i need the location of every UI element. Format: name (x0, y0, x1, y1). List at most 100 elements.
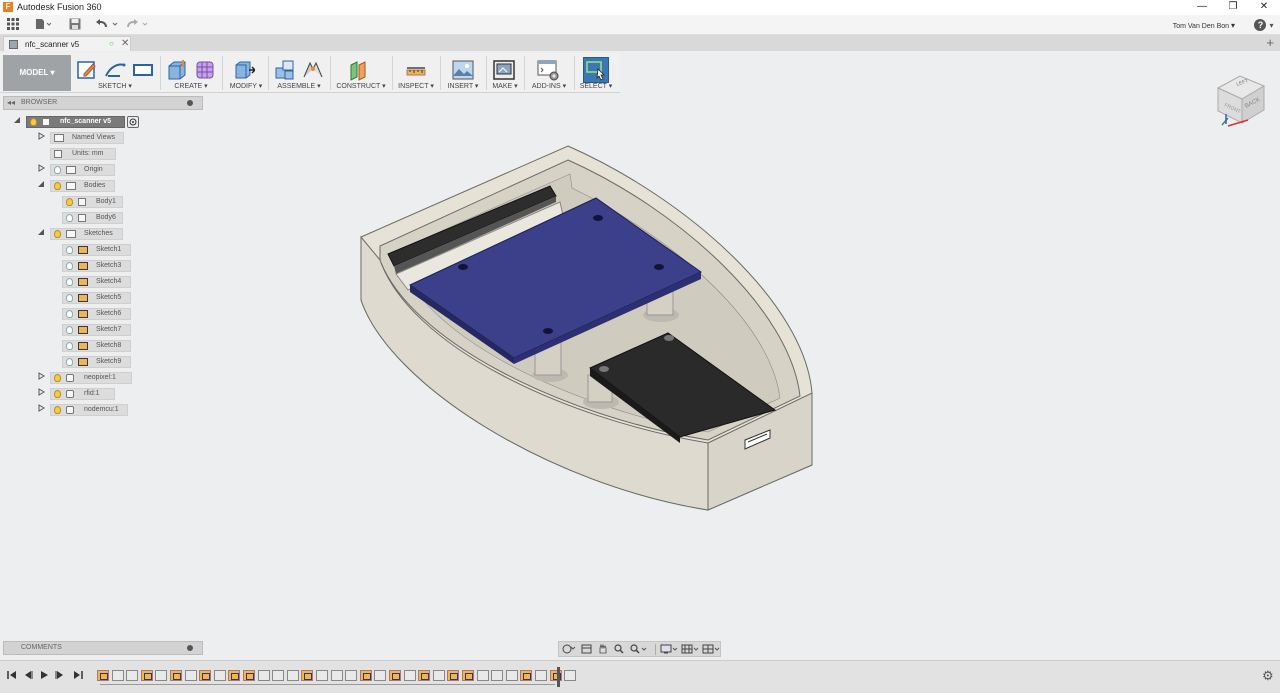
timeline-feature-icon[interactable] (505, 670, 518, 681)
visibility-bulb-icon[interactable] (66, 310, 73, 318)
visibility-bulb-icon[interactable] (66, 262, 73, 270)
timeline-sketch-icon[interactable] (199, 670, 212, 681)
close-tab-icon[interactable]: ✕ (121, 38, 129, 49)
browser-node-sketch3[interactable]: Sketch3 (62, 260, 131, 272)
new-component-icon[interactable] (274, 59, 296, 81)
sketch-group[interactable]: SKETCH ▾ (74, 55, 156, 93)
visibility-bulb-icon[interactable] (54, 182, 61, 190)
timeline-sketch-icon[interactable] (520, 670, 533, 681)
timeline-sketch-icon[interactable] (462, 670, 474, 681)
expand-triangle-icon[interactable] (36, 404, 46, 416)
comments-panel-header[interactable]: COMMENTS (3, 641, 203, 655)
expand-triangle-icon[interactable] (36, 164, 46, 176)
timeline-sketch-icon[interactable] (301, 670, 314, 681)
browser-node-sketches[interactable]: Sketches (50, 228, 123, 240)
browser-tree-row[interactable]: Sketch4 (0, 276, 200, 288)
visibility-bulb-icon[interactable] (66, 294, 73, 302)
browser-tree-row[interactable]: rfid:1 (0, 388, 200, 400)
timeline-sketch-icon[interactable] (447, 670, 460, 681)
browser-node-named-views[interactable]: Named Views (50, 132, 124, 144)
modify-menu-label[interactable]: MODIFY ▾ (226, 82, 266, 90)
timeline-feature-icon[interactable] (535, 670, 547, 681)
browser-tree-row[interactable]: Origin (0, 164, 200, 176)
extrude-icon[interactable] (166, 59, 188, 81)
expand-triangle-icon[interactable] (36, 388, 46, 400)
collapse-triangle-icon[interactable] (36, 180, 46, 192)
visibility-bulb-icon[interactable] (54, 166, 61, 174)
viewcube[interactable]: LEFT FRONT BACK (1212, 68, 1268, 130)
timeline-step-forward-icon[interactable] (54, 670, 66, 682)
zoom-window-icon[interactable] (629, 644, 647, 654)
browser-node-sketch1[interactable]: Sketch1 (62, 244, 131, 256)
line-tool-icon[interactable] (104, 59, 126, 81)
pan-hand-icon[interactable] (597, 643, 609, 654)
browser-tree-row[interactable]: Sketch6 (0, 308, 200, 320)
collapse-triangle-icon[interactable] (12, 116, 22, 128)
browser-tree-row[interactable]: Sketch1 (0, 244, 200, 256)
activate-component-icon[interactable] (127, 116, 139, 128)
browser-tree-row[interactable]: Bodies (0, 180, 200, 192)
assemble-menu-label[interactable]: ASSEMBLE ▾ (272, 82, 326, 90)
construct-group[interactable]: CONSTRUCT ▾ (334, 55, 388, 93)
timeline-feature-icon[interactable] (432, 670, 445, 681)
browser-node-neopixel-1[interactable]: neopixel:1 (50, 372, 132, 384)
grid-settings-icon[interactable] (681, 644, 699, 654)
3d-print-icon[interactable] (493, 59, 515, 81)
browser-tree-row[interactable]: Body1 (0, 196, 200, 208)
create-group[interactable]: CREATE ▾ (164, 55, 218, 93)
assemble-group[interactable]: ASSEMBLE ▾ (272, 55, 326, 93)
browser-tree-row[interactable]: Units: mm (0, 148, 200, 160)
undo-icon[interactable] (96, 18, 120, 32)
collapse-browser-icon[interactable]: ◂◂ (7, 98, 15, 107)
look-at-icon[interactable] (581, 644, 593, 654)
browser-node-nfc-scanner-v5[interactable]: nfc_scanner v5 (26, 116, 125, 128)
visibility-bulb-icon[interactable] (54, 230, 61, 238)
timeline-sketch-icon[interactable] (418, 670, 431, 681)
3d-viewport-model[interactable] (350, 140, 830, 520)
visibility-bulb-icon[interactable] (54, 406, 61, 414)
visibility-bulb-icon[interactable] (66, 326, 73, 334)
addins-menu-label[interactable]: ADD-INS ▾ (528, 82, 570, 90)
workspace-switcher[interactable]: MODEL ▾ (3, 55, 71, 91)
sketch-menu-label[interactable]: SKETCH ▾ (74, 82, 156, 90)
timeline-go-to-end-icon[interactable] (72, 670, 84, 682)
addins-group[interactable]: ADD-INS ▾ (528, 55, 570, 93)
data-panel-grid-icon[interactable] (6, 18, 20, 32)
user-account-menu[interactable]: Tom Van Den Bon ▾ (1173, 21, 1235, 30)
browser-node-bodies[interactable]: Bodies (50, 180, 115, 192)
browser-node-rfid-1[interactable]: rfid:1 (50, 388, 115, 400)
visibility-bulb-icon[interactable] (66, 214, 73, 222)
help-menu[interactable]: ? ▾ (1253, 18, 1275, 32)
browser-node-origin[interactable]: Origin (50, 164, 115, 176)
make-menu-label[interactable]: MAKE ▾ (490, 82, 520, 90)
timeline-feature-icon[interactable] (476, 670, 489, 681)
minimize-button[interactable]: — (1188, 0, 1216, 15)
browser-node-sketch5[interactable]: Sketch5 (62, 292, 131, 304)
comments-add-icon[interactable] (187, 645, 193, 651)
timeline-step-back-icon[interactable] (22, 670, 34, 682)
browser-node-sketch6[interactable]: Sketch6 (62, 308, 131, 320)
timeline-feature-icon[interactable] (316, 670, 328, 681)
visibility-bulb-icon[interactable] (66, 358, 73, 366)
offset-plane-icon[interactable] (349, 59, 371, 81)
timeline-feature-icon[interactable] (111, 670, 124, 681)
browser-tree-row[interactable]: Sketch8 (0, 340, 200, 352)
browser-tree-row[interactable]: Named Views (0, 132, 200, 144)
document-tab[interactable]: nfc_scanner v5 ○ ✕ (3, 36, 131, 51)
browser-tree-row[interactable]: nodemcu:1 (0, 404, 200, 416)
timeline-feature-icon[interactable] (491, 670, 504, 681)
orbit-icon[interactable] (562, 644, 576, 654)
form-tspline-icon[interactable] (194, 59, 216, 81)
visibility-bulb-icon[interactable] (54, 390, 61, 398)
timeline-feature-icon[interactable] (184, 670, 197, 681)
save-icon[interactable] (68, 18, 82, 32)
timeline-sketch-icon[interactable] (140, 670, 153, 681)
visibility-bulb-icon[interactable] (54, 374, 61, 382)
redo-icon[interactable] (126, 18, 150, 32)
browser-pin-icon[interactable] (187, 100, 193, 106)
timeline-sketch-icon[interactable] (243, 670, 255, 681)
browser-tree-row[interactable]: Sketches (0, 228, 200, 240)
browser-node-units-mm[interactable]: Units: mm (50, 148, 116, 160)
select-group[interactable]: SELECT ▾ (578, 55, 614, 93)
browser-node-sketch4[interactable]: Sketch4 (62, 276, 131, 288)
